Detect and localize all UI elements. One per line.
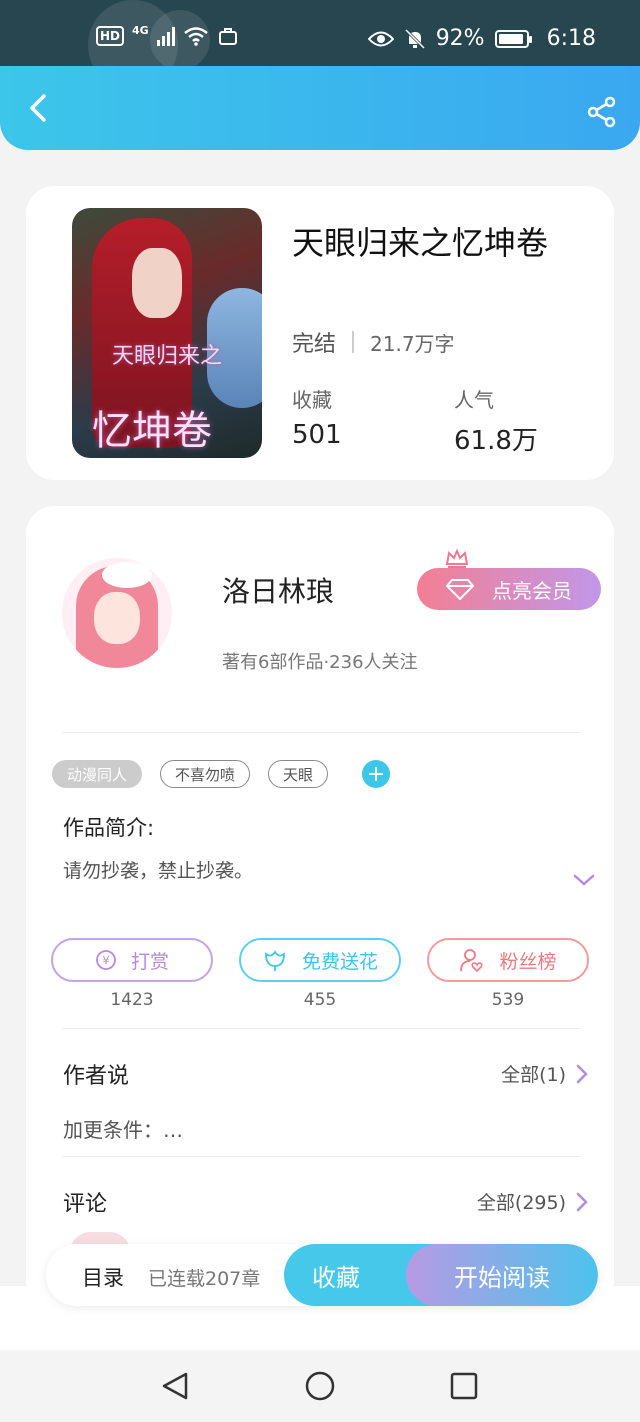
author-says-more[interactable]: 全部(1) xyxy=(501,1060,588,1087)
wifi-icon xyxy=(183,27,208,46)
chevron-right-icon xyxy=(576,1064,588,1083)
book-title: 天眼归来之忆坤卷 xyxy=(292,224,549,262)
flower-count: 455 xyxy=(303,990,337,1010)
tip-label: 打赏 xyxy=(130,950,169,973)
vip-label: 点亮会员 xyxy=(492,578,572,603)
popularity-value: 61.8万 xyxy=(454,426,538,456)
chevron-down-icon[interactable] xyxy=(572,872,596,888)
toc-button[interactable]: 目录 xyxy=(82,1262,124,1292)
start-reading-label: 开始阅读 xyxy=(454,1263,550,1292)
send-flower-label: 免费送花 xyxy=(301,950,378,973)
divider xyxy=(62,732,582,733)
book-info-card: 天眼归来之 忆坤卷 天眼归来之忆坤卷 完结 21.7万字 收藏 501 人气 6… xyxy=(26,186,614,480)
crown-icon xyxy=(445,548,469,568)
nav-home-icon[interactable] xyxy=(300,1366,340,1406)
coin-icon: ¥ xyxy=(96,950,116,970)
diamond-icon xyxy=(446,579,474,600)
nav-recents-icon[interactable] xyxy=(444,1366,484,1406)
nav-back-icon[interactable] xyxy=(156,1366,196,1406)
hd-icon: HD xyxy=(96,26,125,46)
cover-title-small: 天眼归来之 xyxy=(111,344,222,369)
intro-text: 请勿抄袭，禁止抄袭。 xyxy=(63,860,254,882)
bag-icon xyxy=(218,28,237,45)
add-tag-button[interactable]: + xyxy=(362,760,391,788)
fan-count: 539 xyxy=(491,990,525,1010)
comments-more-label: 全部(295) xyxy=(476,1192,566,1214)
network-label: 4G xyxy=(132,23,149,37)
vip-button[interactable]: 点亮会员 xyxy=(417,568,601,610)
intro-title: 作品简介: xyxy=(63,816,155,840)
book-status: 完结 xyxy=(292,332,337,357)
system-nav-bar xyxy=(0,1350,640,1422)
author-avatar[interactable] xyxy=(62,558,172,668)
comments-title: 评论 xyxy=(63,1192,108,1217)
cover-art xyxy=(132,248,182,318)
divider xyxy=(62,1156,582,1157)
header xyxy=(0,66,640,150)
tip-count: 1423 xyxy=(110,990,154,1010)
signal-icon xyxy=(156,26,175,46)
svg-text:¥: ¥ xyxy=(102,954,109,967)
status-left: HD 4G xyxy=(96,23,239,46)
chapter-count: 已连载207章 xyxy=(148,1268,261,1290)
word-count: 21.7万字 xyxy=(370,331,455,356)
popularity-label: 人气 xyxy=(454,388,494,412)
share-icon[interactable] xyxy=(586,96,618,128)
collect-value: 501 xyxy=(292,420,342,450)
battery-level xyxy=(498,33,523,44)
battery-icon xyxy=(494,29,532,48)
clock: 6:18 xyxy=(546,26,596,51)
fan-icon xyxy=(460,949,484,973)
tag-item[interactable]: 天眼 xyxy=(268,760,329,788)
send-flower-button[interactable]: 免费送花 xyxy=(239,938,401,982)
mute-bell-icon xyxy=(404,28,425,49)
detail-card: 洛日林琅 著有6部作品·236人关注 点亮会员 动漫同人 不喜勿喷 天眼 + 作… xyxy=(26,506,614,1286)
collect-label: 收藏 xyxy=(292,388,332,412)
back-button[interactable] xyxy=(20,88,60,128)
tip-button[interactable]: ¥ 打赏 xyxy=(51,938,213,982)
tag-list: 动漫同人 不喜勿喷 天眼 + xyxy=(52,760,391,788)
author-name[interactable]: 洛日林琅 xyxy=(222,570,334,610)
collect-button-label: 收藏 xyxy=(312,1263,360,1292)
author-says-preview[interactable]: 加更条件：… xyxy=(63,1114,183,1143)
cover-title-big: 忆坤卷 xyxy=(92,408,212,454)
tag-item[interactable]: 动漫同人 xyxy=(52,760,143,788)
chevron-right-icon xyxy=(576,1192,588,1211)
eye-icon xyxy=(367,31,394,46)
status-right: 92% 6:18 xyxy=(367,26,596,51)
author-says-more-label: 全部(1) xyxy=(501,1064,566,1086)
author-says-title: 作者说 xyxy=(63,1064,130,1089)
book-cover[interactable]: 天眼归来之 忆坤卷 xyxy=(72,208,262,458)
bottom-action-bar: 目录 已连载207章 收藏 开始阅读 xyxy=(46,1244,598,1306)
divider xyxy=(352,331,355,353)
author-info: 著有6部作品·236人关注 xyxy=(222,652,418,673)
divider xyxy=(62,1028,582,1029)
start-reading-button[interactable]: 开始阅读 xyxy=(406,1244,598,1306)
fan-rank-button[interactable]: 粉丝榜 xyxy=(427,938,589,982)
tag-item[interactable]: 不喜勿喷 xyxy=(160,760,251,788)
comments-more[interactable]: 全部(295) xyxy=(477,1188,588,1215)
battery-percent: 92% xyxy=(435,26,485,51)
fan-rank-label: 粉丝榜 xyxy=(499,950,557,973)
book-meta: 完结 21.7万字 xyxy=(292,326,455,358)
flower-icon xyxy=(265,950,285,971)
